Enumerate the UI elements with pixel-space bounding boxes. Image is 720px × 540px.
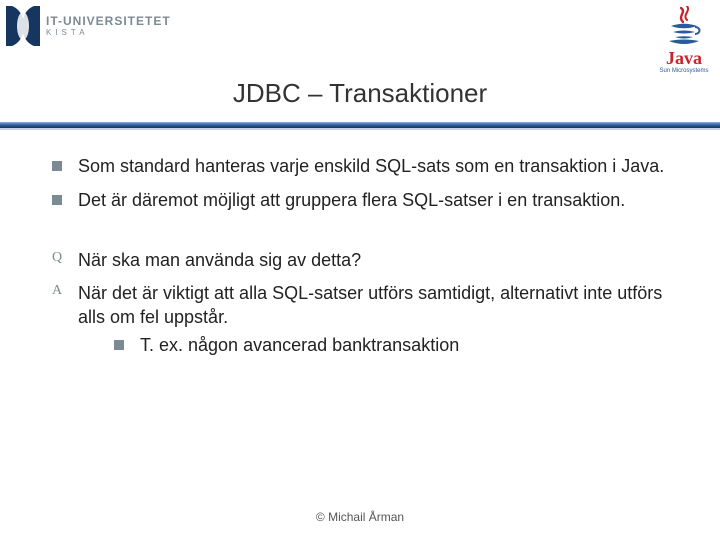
- java-subline: Sun Microsystems: [654, 68, 714, 74]
- slide-body: Som standard hanteras varje enskild SQL-…: [52, 155, 672, 368]
- answer-item: A När det är viktigt att alla SQL-satser…: [52, 282, 672, 357]
- answer-text: När det är viktigt att alla SQL-satser u…: [78, 282, 672, 357]
- itu-logo-text: IT-UNIVERSITETET KISTA: [46, 15, 171, 37]
- itu-logo-mark-icon: [6, 6, 40, 46]
- title-separator: [0, 118, 720, 132]
- a-marker: A: [52, 282, 78, 300]
- slide: IT-UNIVERSITETET KISTA Java Sun Microsys…: [0, 0, 720, 540]
- question-item: Q När ska man använda sig av detta?: [52, 249, 672, 273]
- q-marker: Q: [52, 249, 78, 267]
- java-wordmark: Java: [654, 49, 714, 67]
- bullet-item: Det är däremot möjligt att gruppera fler…: [52, 189, 672, 213]
- java-logo: Java Sun Microsystems: [654, 6, 714, 74]
- answer-sub-item: T. ex. någon avancerad banktransaktion: [114, 334, 672, 358]
- itu-logo-line2: KISTA: [46, 29, 171, 37]
- slide-title: JDBC – Transaktioner: [0, 78, 720, 109]
- square-bullet-icon: [52, 189, 78, 205]
- square-bullet-icon: [52, 155, 78, 171]
- answer-main: När det är viktigt att alla SQL-satser u…: [78, 283, 662, 327]
- square-bullet-icon: [114, 334, 140, 350]
- question-text: När ska man använda sig av detta?: [78, 249, 672, 273]
- itu-logo: IT-UNIVERSITETET KISTA: [6, 6, 171, 46]
- bullet-text: Det är däremot möjligt att gruppera fler…: [78, 189, 672, 213]
- slide-footer: © Michail Årman: [0, 510, 720, 524]
- java-cup-icon: [665, 6, 703, 51]
- bullet-text: Som standard hanteras varje enskild SQL-…: [78, 155, 672, 179]
- answer-sub-text: T. ex. någon avancerad banktransaktion: [140, 334, 672, 358]
- itu-logo-line1: IT-UNIVERSITETET: [46, 15, 171, 27]
- bullet-item: Som standard hanteras varje enskild SQL-…: [52, 155, 672, 179]
